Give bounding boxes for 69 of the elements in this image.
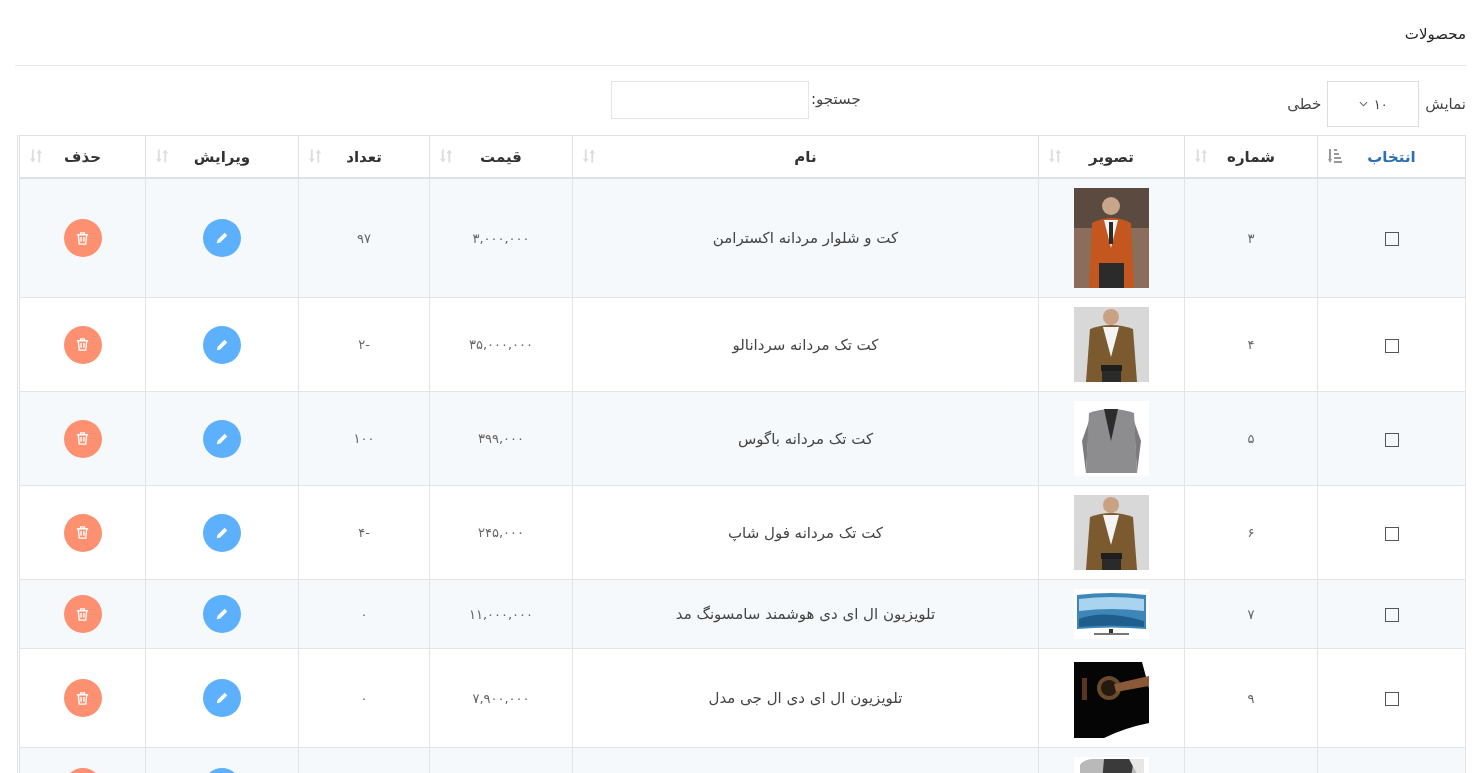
edit-button[interactable] [203,325,241,364]
edit-button[interactable] [203,679,241,717]
table-cell: ۷,۹۰۰,۰۰۰ [429,648,573,748]
chevron-icon [1358,101,1368,107]
trash-icon [75,230,90,246]
sort-icon [583,148,596,164]
show-label: نمایش [1425,95,1466,113]
page-title: محصولات [1403,24,1466,45]
sort-icon [156,148,169,164]
rows-label: خطی [1287,95,1322,113]
trash-icon [75,606,90,622]
sort-icon [309,148,322,164]
table-cell: ۰ [298,579,430,649]
search-field[interactable] [611,81,809,119]
delete-button[interactable] [63,219,102,257]
checkbox[interactable] [1384,432,1399,447]
table-cell: ۳۹۹,۰۰۰ [429,391,573,486]
delete-button[interactable] [63,419,102,458]
table-cell: ۳,۰۰۰,۰۰۰ [429,178,573,298]
table-cell: کت و شلوار مردانه اکسترامن [572,178,1039,298]
sort-icon [1049,148,1062,164]
pencil-icon [215,691,229,705]
trash-icon [75,337,90,352]
table-cell: ۱۱,۰۰۰,۰۰۰ [429,579,573,649]
table-cell: ۵ [1184,391,1318,486]
edit-button[interactable] [203,513,241,552]
table-cell: ۹ [1184,648,1318,748]
delete-button[interactable] [63,513,102,552]
table-cell: کت تک مردانه باگوس [572,391,1039,486]
table-cell: ۲۴۵,۰۰۰ [429,485,573,580]
trash-icon [75,431,90,446]
table-cell: تلویزیون ال ای دی هوشمند سامسونگ مد [572,579,1039,649]
table-cell: ۱۰۰ [298,391,430,486]
sort-icon [1195,148,1208,164]
sort-icon [440,148,453,164]
page-size-select[interactable]: ۱۰ [1327,81,1420,127]
checkbox[interactable] [1384,232,1399,246]
table-cell: تلویزیون ال ای دی ال جی مدل [572,648,1039,748]
table-cell: ۳۵,۰۰۰,۰۰۰ [429,297,573,392]
table-cell: ۴ [1184,297,1318,392]
table-cell: کت تک مردانه سردانالو [572,297,1039,392]
pencil-icon [215,231,229,245]
table-cell: -۴ [298,485,430,580]
table-cell: ۶ [1184,485,1318,580]
pencil-icon [215,337,229,352]
sort-descending-icon [1328,148,1342,164]
table-cell: ۹۷ [298,178,430,298]
search-label: جستجو: [811,89,861,108]
table-cell: -۲ [298,297,430,392]
checkbox[interactable] [1384,338,1399,353]
delete-button[interactable] [63,595,102,633]
table-cell: ۳ [1184,178,1318,298]
checkbox[interactable] [1384,692,1399,706]
pencil-icon [215,607,229,621]
delete-button[interactable] [63,679,102,717]
trash-icon [75,525,90,540]
edit-button[interactable] [203,219,241,257]
sort-icon [30,148,43,164]
pencil-icon [215,525,229,540]
pencil-icon [215,431,229,446]
table-cell: کت تک مردانه فول شاپ [572,485,1039,580]
table-cell: ۰ [298,648,430,748]
trash-icon [75,690,90,706]
edit-button[interactable] [203,419,241,458]
checkbox[interactable] [1384,608,1399,622]
table-cell: ۷ [1184,579,1318,649]
checkbox[interactable] [1384,526,1399,541]
delete-button[interactable] [63,325,102,364]
edit-button[interactable] [203,595,241,633]
